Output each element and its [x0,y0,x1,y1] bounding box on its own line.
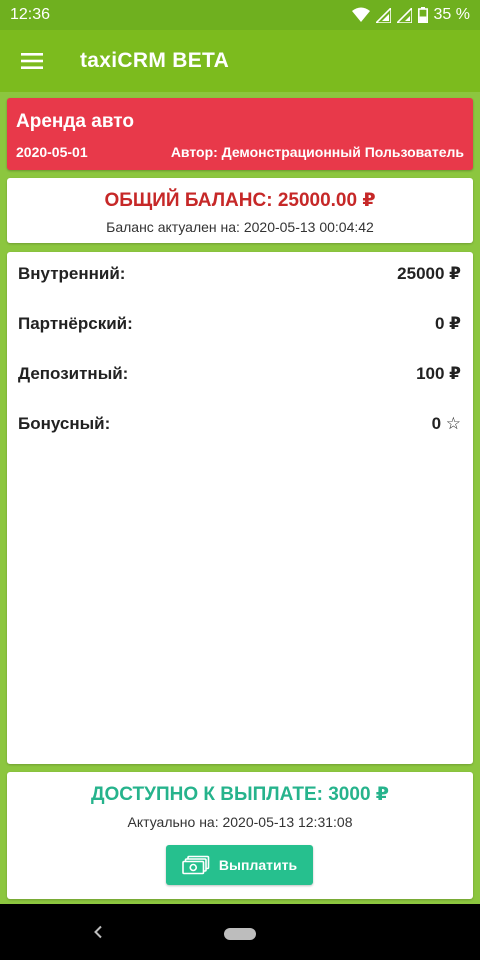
account-label: Внутренний: [18,264,126,283]
signal-icon-secondary [396,7,412,23]
account-value: 0 ₽ [434,314,461,333]
main-content: Аренда авто 2020-05-01 Автор: Демонстрац… [0,92,480,904]
account-label: Депозитный: [18,364,129,383]
wifi-icon [351,7,370,22]
rental-title: Аренда авто [16,111,134,132]
battery-level: 35 % [433,6,470,23]
app-title: taxiCRM BETA [80,49,230,72]
account-label: Партнёрский: [18,314,133,333]
status-bar: 12:36 35 % [0,0,480,30]
account-row-bonus: Бонусный: 0 ☆ [18,414,461,438]
menu-button[interactable] [0,30,64,92]
payout-button[interactable]: Выплатить [166,845,313,885]
balance-updated: Баланс актуален на: 2020-05-13 00:04:42 [106,219,374,235]
accounts-card: Внутренний: 25000 ₽ Партнёрский: 0 ₽ Деп… [7,252,473,764]
signal-icon [375,7,391,23]
money-icon [182,855,210,875]
app-bar: taxiCRM BETA [0,30,480,92]
rental-author: Автор: Демонстрационный Пользователь [170,144,464,160]
payout-available: ДОСТУПНО К ВЫПЛАТЕ: 3000 ₽ [90,784,390,805]
payout-button-label: Выплатить [218,857,298,873]
account-value: 0 ☆ [431,414,461,433]
rental-date: 2020-05-01 [16,144,88,160]
account-value: 25000 ₽ [397,264,461,283]
hamburger-menu-icon [21,53,43,69]
payout-updated: Актуально на: 2020-05-13 12:31:08 [127,814,353,830]
home-pill-button[interactable] [224,928,256,940]
balance-card: ОБЩИЙ БАЛАНС: 25000.00 ₽ Баланс актуален… [7,178,473,243]
payout-card: ДОСТУПНО К ВЫПЛАТЕ: 3000 ₽ Актуально на:… [7,772,473,899]
status-icons: 35 % [351,6,470,24]
account-row-partner: Партнёрский: 0 ₽ [18,314,461,338]
account-label: Бонусный: [18,414,111,433]
back-chevron-icon [94,925,102,939]
account-row-deposit: Депозитный: 100 ₽ [18,364,461,388]
total-balance: ОБЩИЙ БАЛАНС: 25000.00 ₽ [104,190,376,211]
battery-icon [417,7,428,23]
system-nav-bar [0,904,480,960]
rental-card[interactable]: Аренда авто 2020-05-01 Автор: Демонстрац… [7,98,473,170]
account-row-internal: Внутренний: 25000 ₽ [18,264,461,288]
account-value: 100 ₽ [416,364,461,383]
status-time: 12:36 [10,6,51,23]
back-button[interactable] [86,920,110,944]
